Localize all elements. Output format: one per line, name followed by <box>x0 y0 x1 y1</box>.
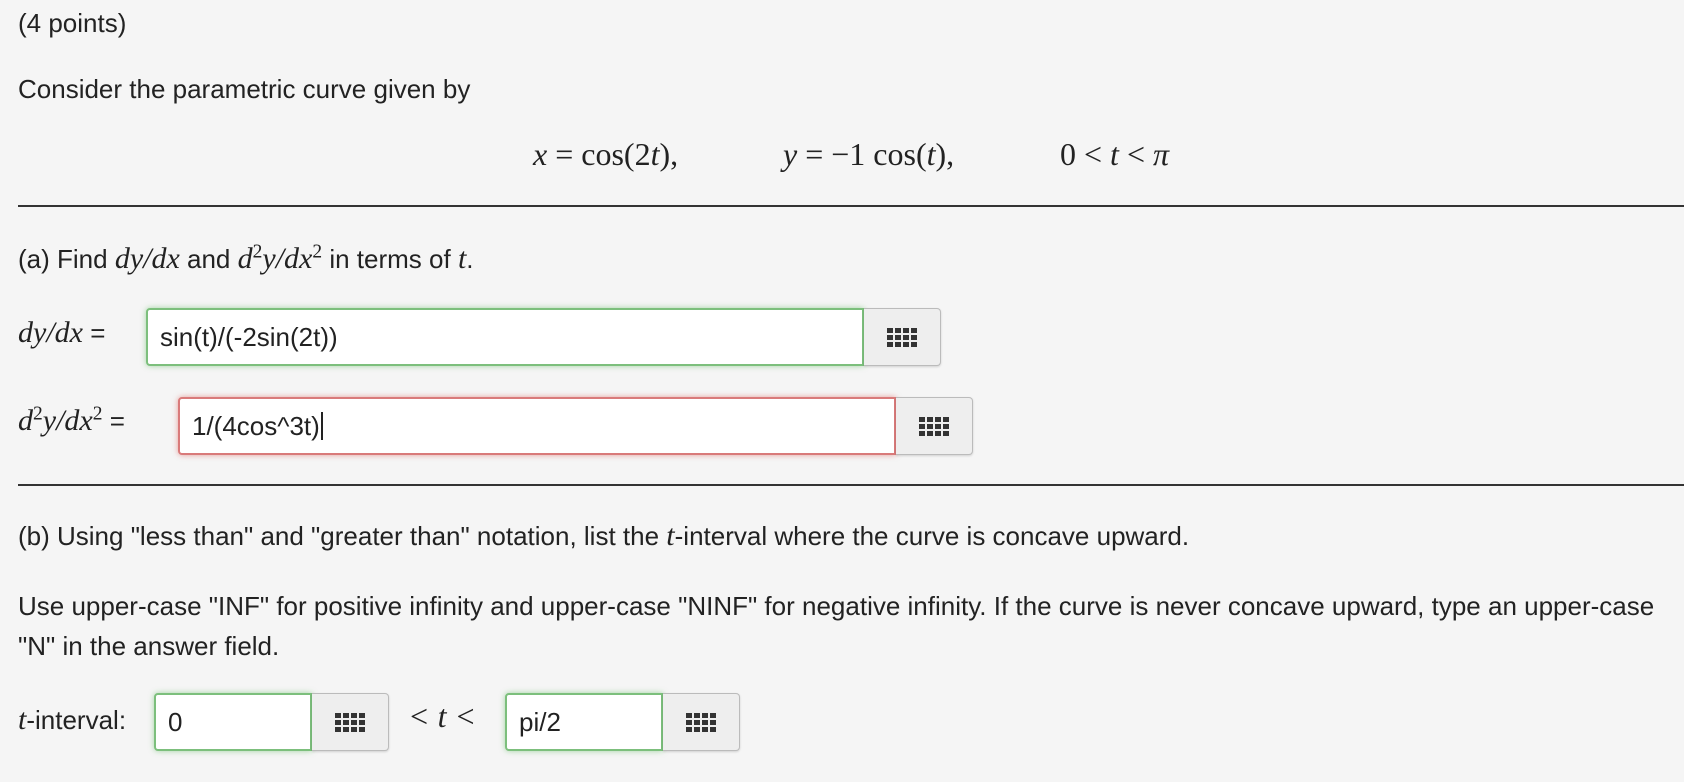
d2ydx2-answer-input[interactable]: 1/(4cos^3t) <box>178 397 896 455</box>
interval-upper-input[interactable]: pi/2 <box>505 693 663 751</box>
intro-text: Consider the parametric curve given by <box>18 74 471 104</box>
d2ydx2-label: d2y/dx2 = <box>18 403 125 437</box>
keypad-grid-icon <box>335 712 365 732</box>
keypad-grid-icon <box>919 416 949 436</box>
parametric-equation: x = cos(2t), <box>533 136 679 172</box>
section-divider-2 <box>18 484 1684 486</box>
text-cursor <box>320 412 323 440</box>
points-label: (4 points) <box>18 8 127 38</box>
part-b-instructions: Use upper-case "INF" for positive infini… <box>18 591 1655 661</box>
section-divider-1 <box>18 205 1684 207</box>
y-equation: y = −1 cos(t), <box>783 136 955 172</box>
dydx-label: dy/dx = <box>18 316 106 349</box>
interval-lower-keypad-button[interactable] <box>312 693 389 751</box>
dydx-keypad-button[interactable] <box>864 308 941 366</box>
dydx-answer-input[interactable]: sin(t)/(-2sin(2t)) <box>146 308 864 366</box>
keypad-grid-icon <box>686 712 716 732</box>
d2ydx2-keypad-button[interactable] <box>896 397 973 455</box>
part-a-prompt: (a) Find dy/dx and d2y/dx2 in terms of t… <box>18 241 474 275</box>
interval-lower-input[interactable]: 0 <box>154 693 312 751</box>
interval-upper-keypad-button[interactable] <box>663 693 740 751</box>
keypad-grid-icon <box>887 327 917 347</box>
t-range: 0 < t < π <box>1060 136 1170 172</box>
interval-inequality: < t < <box>408 698 477 734</box>
part-b-prompt: (b) Using "less than" and "greater than"… <box>18 519 1190 552</box>
t-interval-label: t-interval: <box>18 703 127 736</box>
